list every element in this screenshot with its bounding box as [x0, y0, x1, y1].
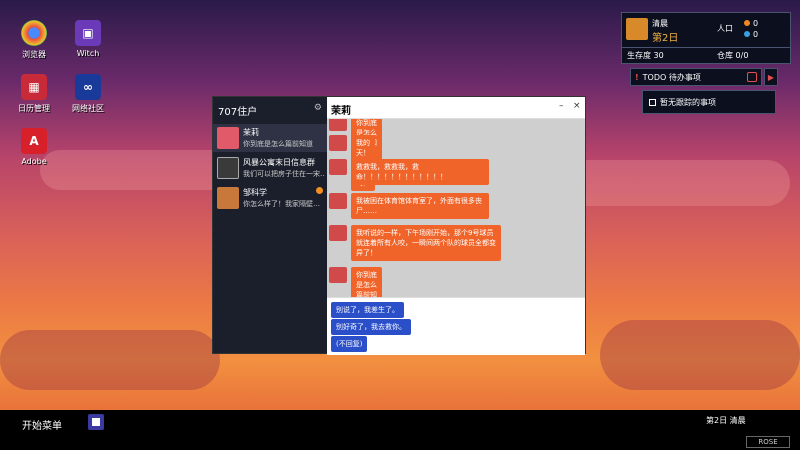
divider: [622, 47, 790, 48]
desktop-icon-network[interactable]: ∞ 网络社区: [58, 74, 118, 114]
conversation-header: 茉莉 – ×: [327, 97, 585, 119]
browser-icon: [21, 20, 47, 46]
reply-option[interactable]: (不回复): [331, 336, 368, 352]
conversation-title: 茉莉: [331, 106, 351, 117]
desktop-icon-label: Adobe: [21, 157, 47, 166]
contact-name: 邹科学: [243, 188, 267, 197]
cloud: [600, 320, 800, 390]
orange-dot-icon: [744, 20, 750, 26]
avatar: [217, 187, 239, 209]
time-of-day: 清晨: [652, 19, 668, 28]
contact-item[interactable]: 邹科学 你怎么样了！我家隔壁…: [213, 184, 327, 212]
avatar: [217, 157, 239, 179]
todo-expand-button[interactable]: ▶: [764, 68, 778, 86]
reply-option[interactable]: 别好奇了，我去救你。: [331, 319, 411, 335]
twitch-icon: ▣: [75, 20, 101, 46]
contact-name: 茉莉: [243, 128, 259, 137]
desktop-icon-adobe[interactable]: A Adobe: [4, 128, 64, 166]
taskbar: 开始菜单 第2日 清晨 ROSE: [0, 410, 800, 450]
adobe-icon: A: [21, 128, 47, 154]
desktop-icon-label: Witch: [76, 49, 100, 58]
desktop-icon-label: 日历管理: [18, 104, 50, 113]
todo-label: TODO 待办事项: [642, 72, 701, 82]
warehouse-value: 0/0: [735, 51, 749, 60]
cloud: [560, 160, 790, 206]
contact-preview: 我们可以把房子住在一宋…: [243, 170, 325, 178]
avatar: [329, 225, 347, 241]
avatar: [329, 159, 347, 175]
population-label: 人口: [717, 24, 733, 33]
desktop-icon-label: 网络社区: [72, 104, 104, 113]
message-bubble: 你到底是怎么篇前知道的？！: [351, 267, 382, 297]
message-bubble: 我被困在体育馆体育室了，外面有很多丧尸……: [351, 193, 489, 219]
contact-name: 风暴公寓末日信息群: [243, 158, 315, 167]
population-values: 0 0: [744, 18, 758, 40]
minimize-icon[interactable]: –: [559, 101, 564, 111]
day-counter: 第2日: [652, 33, 679, 44]
warehouse-stat: 仓库 0/0: [717, 50, 748, 61]
chat-window: 707住户 ⚙ 茉莉 你到底是怎么篇前知道 风暴公寓末日信息群 我们可以把房子住…: [212, 96, 586, 355]
desktop-icon-twitch[interactable]: ▣ Witch: [58, 20, 118, 58]
checkbox-icon: [649, 98, 656, 106]
population-blue: 0: [753, 30, 759, 39]
taskbar-clock: 第2日 清晨: [706, 416, 746, 425]
reply-options: 别说了，我差生了。 别好奇了，我去救你。 (不回复): [327, 297, 585, 355]
todo-list: 暂无跟踪的事项: [642, 90, 776, 114]
todo-item: 暂无跟踪的事项: [660, 97, 716, 107]
gear-icon[interactable]: ⚙: [314, 103, 322, 113]
calendar-icon: ▦: [21, 74, 47, 100]
contact-item[interactable]: 风暴公寓末日信息群 我们可以把房子住在一宋…: [213, 154, 327, 182]
desktop-icon-label: 浏览器: [22, 50, 46, 59]
avatar: [217, 127, 239, 149]
desktop-icon-browser[interactable]: 浏览器: [4, 20, 64, 60]
alert-icon: !: [635, 72, 639, 82]
conversation-panel: 茉莉 – × 你到底是怎么篇前知道的？！ 我的天！你还活着吗？ 救救我，救救我，…: [327, 97, 585, 355]
contact-preview: 你到底是怎么篇前知道: [243, 140, 313, 148]
avatar: [329, 267, 347, 283]
close-icon[interactable]: ×: [573, 101, 581, 111]
network-icon: ∞: [75, 74, 101, 100]
avatar: [329, 193, 347, 209]
avatar: [329, 119, 347, 131]
play-icon: ▶: [767, 72, 775, 82]
survival-stat: 生存度 30: [627, 50, 664, 61]
desktop-icon-calendar[interactable]: ▦ 日历管理: [4, 74, 64, 114]
contact-item[interactable]: 茉莉 你到底是怎么篇前知道: [213, 124, 327, 152]
system-tray[interactable]: ROSE: [746, 436, 790, 448]
chat-app-icon[interactable]: [88, 414, 104, 430]
contact-preview: 你怎么样了！我家隔壁…: [243, 200, 320, 208]
start-menu-button[interactable]: 开始菜单: [22, 417, 62, 432]
warehouse-label: 仓库: [717, 51, 733, 60]
unread-badge: [316, 187, 323, 194]
message-bubble: 我听说的一样，下午场刚开始，那个9号球员就连着所有人咬，一瞬间两个队的球员全都变…: [351, 225, 501, 261]
avatar: [329, 135, 347, 151]
record-icon: [747, 72, 757, 82]
survival-label: 生存度: [627, 51, 651, 60]
survival-value: 30: [653, 51, 664, 60]
status-panel: 清晨 第2日 人口 0 0 生存度 30 仓库 0/0: [621, 12, 791, 64]
avatar: [626, 18, 648, 40]
contact-sidebar: 707住户 ⚙ 茉莉 你到底是怎么篇前知道 风暴公寓末日信息群 我们可以把房子住…: [213, 97, 327, 353]
population-orange: 0: [753, 19, 759, 28]
todo-button[interactable]: ! TODO 待办事项: [630, 68, 762, 86]
sidebar-title: 707住户: [218, 107, 258, 118]
message-bubble: 救救我，救救我，救命！！！！！！！！！！！！: [351, 159, 489, 185]
cloud: [0, 330, 220, 390]
blue-dot-icon: [744, 31, 750, 37]
reply-option[interactable]: 别说了，我差生了。: [331, 302, 404, 318]
message-list: 你到底是怎么篇前知道的？！ 我的天！你还活着吗？ 救救我，救救我，救命！！！！！…: [327, 119, 585, 297]
